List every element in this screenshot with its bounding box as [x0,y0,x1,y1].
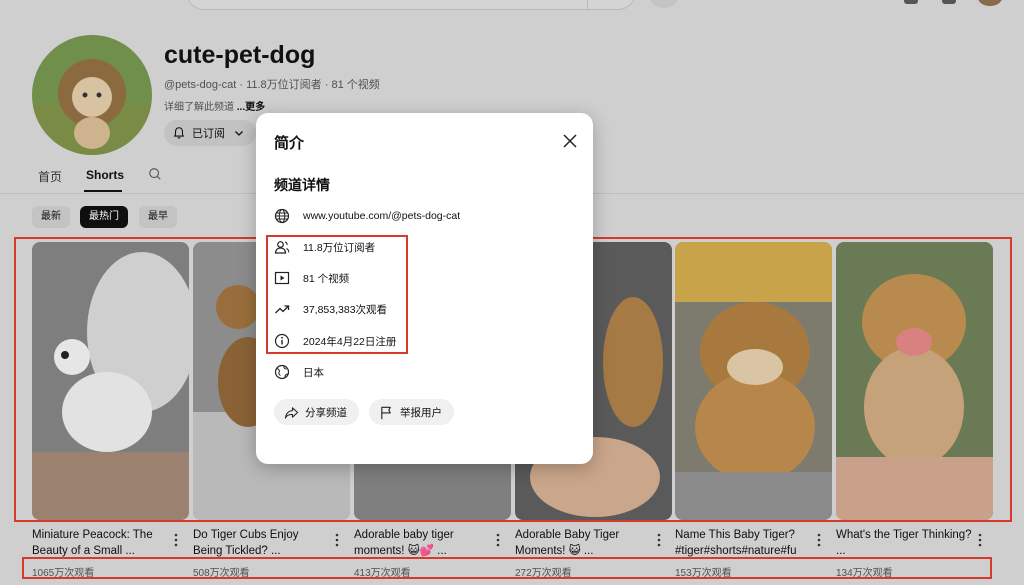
more-vert-icon[interactable] [333,533,341,547]
subscribed-button[interactable]: 已订阅 [164,120,256,146]
dialog-title: 简介 [274,135,305,152]
country-row: 日本 [274,362,324,382]
mic-icon[interactable] [650,0,678,8]
channel-url[interactable]: www.youtube.com/@pets-dog-cat [303,210,460,222]
channel-about-link[interactable]: 详细了解此频道 ...更多 [164,98,265,113]
video-title[interactable]: Adorable baby tiger moments! 😺💕 ... [354,527,490,559]
globe-icon [274,364,290,380]
tab-home[interactable]: 首页 [38,168,62,185]
chip-latest[interactable]: 最新 [32,206,70,228]
bell-icon [173,127,185,139]
top-bar [0,0,1024,12]
video-title[interactable]: Name This Baby Tiger? #tiger#shorts#natu… [675,527,811,559]
share-channel-button[interactable]: 分享频道 [274,399,359,425]
annotation-box-stats [266,235,408,354]
active-tab-indicator [84,190,122,192]
more-vert-icon[interactable] [494,533,502,547]
channel-url-row[interactable]: www.youtube.com/@pets-dog-cat [274,206,460,226]
channel-title: cute-pet-dog [164,41,316,69]
search-icon[interactable] [148,167,162,181]
more-link[interactable]: ...更多 [237,102,265,113]
more-vert-icon[interactable] [815,533,823,547]
chip-oldest[interactable]: 最早 [139,206,177,228]
about-prefix: 详细了解此频道 [164,102,237,113]
channel-avatar [32,35,152,155]
share-channel-label: 分享频道 [305,406,347,419]
report-user-label: 举报用户 [400,406,442,419]
subscribed-label: 已订阅 [192,128,225,140]
chip-popular[interactable]: 最热门 [80,206,128,228]
create-icon[interactable] [904,0,918,4]
flag-icon [381,406,391,419]
video-title[interactable]: What's the Tiger Thinking? ... [836,527,972,559]
share-icon [284,406,299,419]
channel-meta: @pets-dog-cat · 11.8万位订阅者 · 81 个视频 [164,79,380,91]
more-vert-icon[interactable] [172,533,180,547]
account-avatar[interactable] [978,0,1002,6]
globe-icon [274,208,290,224]
close-icon[interactable] [562,133,578,149]
chevron-down-icon [235,131,243,136]
video-title[interactable]: Miniature Peacock: The Beauty of a Small… [32,527,168,559]
more-vert-icon[interactable] [655,533,663,547]
report-user-button[interactable]: 举报用户 [369,399,454,425]
annotation-box-views [22,557,992,579]
video-title[interactable]: Adorable Baby Tiger Moments! 😺 ... [515,527,651,559]
video-title[interactable]: Do Tiger Cubs Enjoy Being Tickled? ... [193,527,329,559]
search-input[interactable] [186,0,636,10]
channel-details-heading: 频道详情 [274,177,330,193]
search-icon[interactable] [587,0,635,9]
country: 日本 [303,366,324,379]
more-vert-icon[interactable] [976,533,984,547]
tab-shorts[interactable]: Shorts [86,168,124,182]
notifications-icon[interactable] [942,0,956,4]
